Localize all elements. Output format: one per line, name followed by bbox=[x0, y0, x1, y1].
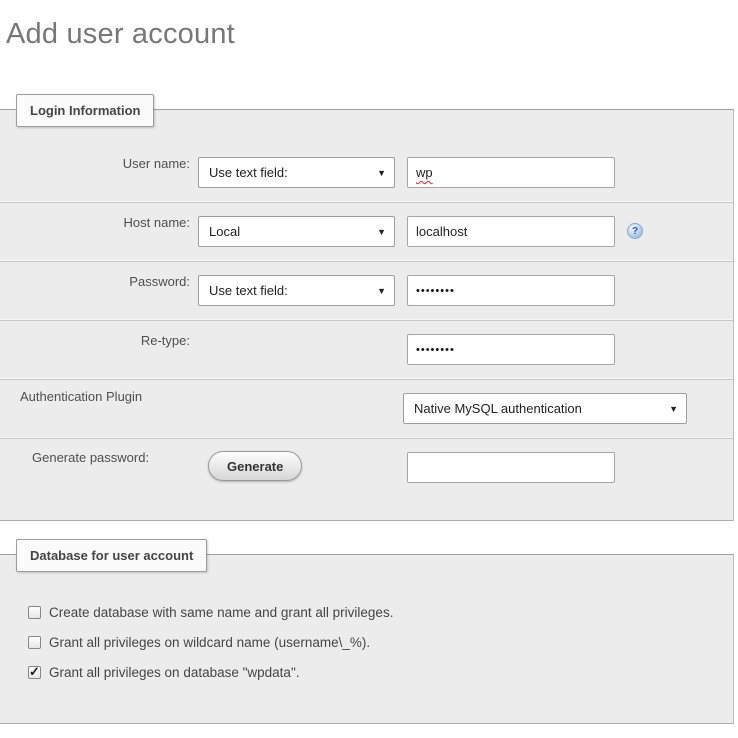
password-type-select-value: Use text field: bbox=[209, 283, 288, 298]
username-type-select-value: Use text field: bbox=[209, 165, 288, 180]
hostname-input[interactable] bbox=[407, 216, 615, 247]
generate-password-label: Generate password: bbox=[32, 450, 149, 465]
retype-row: Re-type: bbox=[0, 321, 733, 378]
grant-wpdata-option: Grant all privileges on database "wpdata… bbox=[28, 665, 733, 679]
auth-plugin-label: Authentication Plugin bbox=[20, 389, 142, 404]
grant-wpdata-option-label: Grant all privileges on database "wpdata… bbox=[49, 665, 299, 680]
username-input[interactable]: wp bbox=[407, 157, 615, 188]
retype-label: Re-type: bbox=[0, 333, 190, 348]
grant-wpdata-checkbox[interactable] bbox=[28, 666, 41, 679]
wildcard-privileges-checkbox[interactable] bbox=[28, 636, 41, 649]
login-information-legend: Login Information bbox=[16, 94, 154, 127]
chevron-down-icon: ▼ bbox=[669, 404, 678, 414]
database-legend: Database for user account bbox=[16, 539, 207, 572]
auth-plugin-select[interactable]: Native MySQL authentication ▼ bbox=[403, 393, 687, 424]
create-database-option: Create database with same name and grant… bbox=[28, 605, 733, 619]
chevron-down-icon: ▼ bbox=[377, 286, 386, 296]
wildcard-privileges-option: Grant all privileges on wildcard name (u… bbox=[28, 635, 733, 649]
login-information-section: Login Information User name: Use text fi… bbox=[0, 109, 734, 521]
password-row: Password: Use text field: ▼ bbox=[0, 262, 733, 319]
hostname-row: Host name: Local ▼ ? bbox=[0, 203, 733, 260]
chevron-down-icon: ▼ bbox=[377, 168, 386, 178]
generated-password-input[interactable] bbox=[407, 452, 615, 483]
help-icon[interactable]: ? bbox=[627, 223, 643, 239]
generate-button[interactable]: Generate bbox=[208, 451, 302, 481]
password-label: Password: bbox=[0, 274, 190, 289]
hostname-type-select-value: Local bbox=[209, 224, 240, 239]
hostname-type-select[interactable]: Local ▼ bbox=[198, 216, 395, 247]
generate-password-row: Generate password: Generate bbox=[0, 439, 733, 496]
hostname-label: Host name: bbox=[0, 215, 190, 230]
auth-plugin-select-value: Native MySQL authentication bbox=[414, 401, 582, 416]
create-database-option-label: Create database with same name and grant… bbox=[49, 605, 393, 620]
database-section: Database for user account Create databas… bbox=[0, 554, 734, 724]
chevron-down-icon: ▼ bbox=[377, 227, 386, 237]
username-label: User name: bbox=[0, 156, 190, 171]
password-type-select[interactable]: Use text field: ▼ bbox=[198, 275, 395, 306]
create-database-checkbox[interactable] bbox=[28, 606, 41, 619]
username-type-select[interactable]: Use text field: ▼ bbox=[198, 157, 395, 188]
page-title: Add user account bbox=[6, 18, 738, 51]
retype-password-input[interactable] bbox=[407, 334, 615, 365]
wildcard-privileges-option-label: Grant all privileges on wildcard name (u… bbox=[49, 635, 370, 650]
username-row: User name: Use text field: ▼ wp bbox=[0, 144, 733, 201]
username-input-value: wp bbox=[416, 165, 433, 180]
auth-plugin-row: Authentication Plugin Native MySQL authe… bbox=[0, 380, 733, 437]
add-user-account-page: Add user account Login Information User … bbox=[0, 18, 738, 738]
password-input[interactable] bbox=[407, 275, 615, 306]
